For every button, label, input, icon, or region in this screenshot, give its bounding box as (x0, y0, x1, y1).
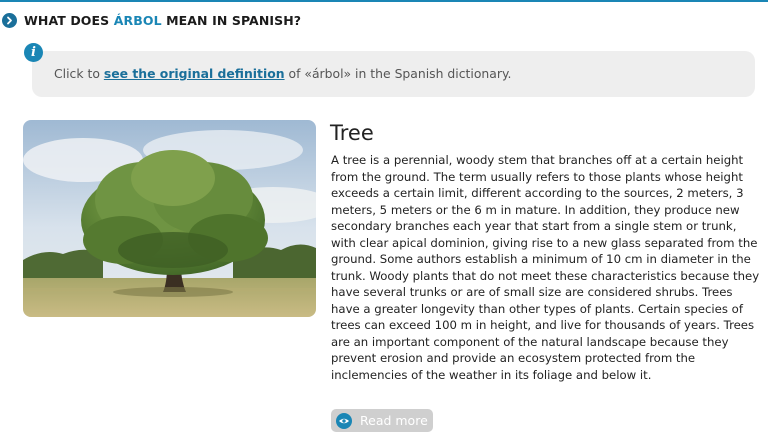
chevron-right-icon[interactable] (2, 12, 17, 28)
entry-definition: A tree is a perennial, woody stem that b… (331, 153, 760, 382)
read-more-label: Read more (360, 413, 428, 428)
section-heading: WHAT DOES ÁRBOL MEAN IN SPANISH? (2, 11, 301, 29)
original-definition-link[interactable]: see the original definition (104, 66, 285, 81)
section-title: WHAT DOES ÁRBOL MEAN IN SPANISH? (24, 13, 301, 28)
info-text-before: Click to (54, 66, 104, 81)
info-text-after: of «árbol» in the Spanish dictionary. (284, 66, 512, 81)
section-title-word: ÁRBOL (113, 12, 162, 28)
section-title-suffix: MEAN IN SPANISH? (161, 12, 302, 28)
info-box: Click to see the original definition of … (32, 51, 755, 97)
section-title-prefix: WHAT DOES (24, 12, 114, 28)
info-icon: i (24, 43, 43, 62)
top-divider (0, 0, 768, 2)
entry-word: Tree (330, 121, 374, 145)
read-more-button[interactable]: Read more (331, 409, 433, 432)
eye-icon (336, 412, 352, 429)
tree-photo (23, 120, 316, 317)
info-text: Click to see the original definition of … (54, 66, 511, 81)
dictionary-page: WHAT DOES ÁRBOL MEAN IN SPANISH? Click t… (0, 0, 768, 441)
